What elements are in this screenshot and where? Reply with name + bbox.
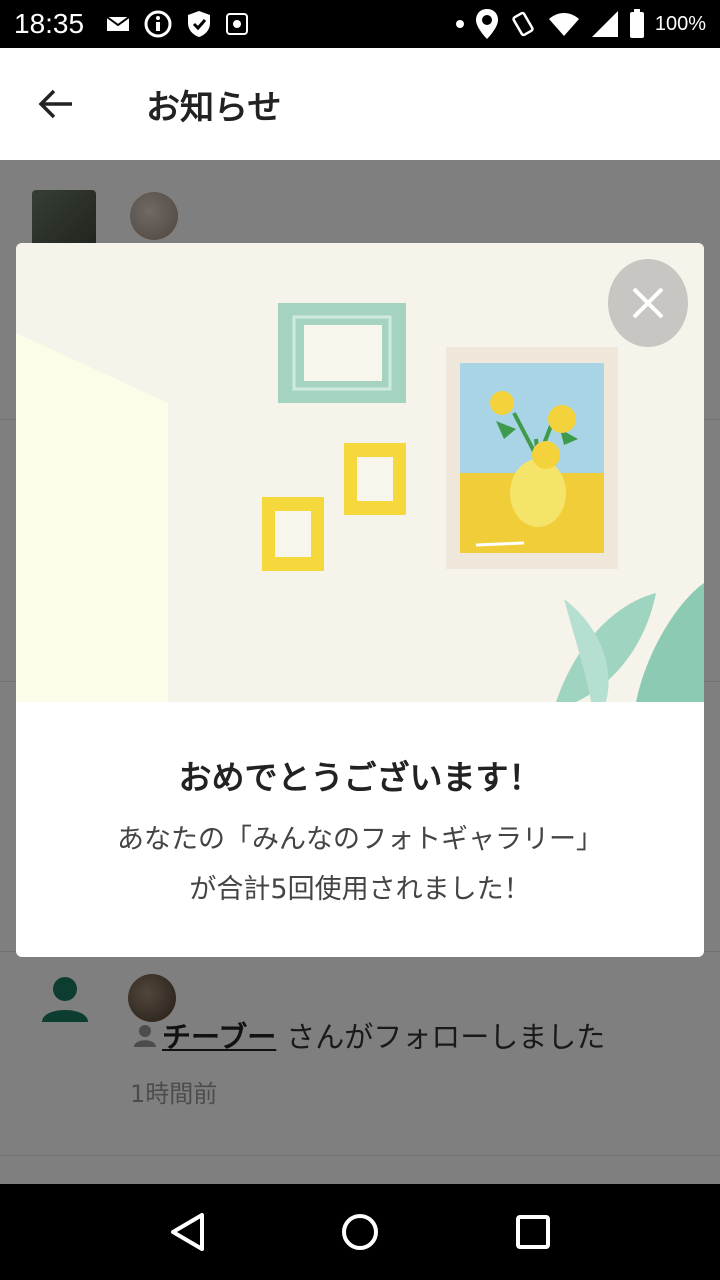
shield-icon xyxy=(186,10,212,38)
dialog-title: おめでとうございます！ xyxy=(178,758,542,797)
battery-icon xyxy=(629,9,645,38)
back-button[interactable] xyxy=(0,48,112,160)
home-circle-icon xyxy=(341,1214,378,1250)
dialog-message-line1: あなたの「みんなのフォトギャラリー」 xyxy=(117,824,603,855)
settings-icon xyxy=(226,10,249,38)
system-nav-bar xyxy=(0,1184,720,1280)
location-icon xyxy=(475,9,499,39)
app-bar: お知らせ xyxy=(0,48,720,160)
nav-home-button[interactable] xyxy=(330,1202,390,1262)
battery-percent: 100% xyxy=(654,12,706,35)
close-button[interactable] xyxy=(608,259,688,347)
close-icon xyxy=(632,287,664,319)
nav-back-button[interactable] xyxy=(157,1202,217,1262)
page-title: お知らせ xyxy=(146,87,282,128)
status-bar: 18:35 100% xyxy=(0,0,720,48)
congrats-dialog: おめでとうございます！ あなたの「みんなのフォトギャラリー」 が合計5回使用され… xyxy=(16,243,704,957)
arrow-back-icon xyxy=(38,89,72,119)
status-time: 18:35 xyxy=(14,8,85,39)
dot-icon xyxy=(455,10,465,38)
nav-recents-button[interactable] xyxy=(503,1202,563,1262)
mail-icon xyxy=(106,10,130,38)
signal-icon xyxy=(591,10,619,38)
info-icon xyxy=(144,10,172,38)
gallery-illustration xyxy=(16,243,704,702)
vibrate-icon xyxy=(509,10,537,38)
dialog-message-line2: が合計5回使用されました！ xyxy=(189,874,531,905)
wifi-icon xyxy=(547,10,581,38)
back-triangle-icon xyxy=(170,1213,204,1251)
recents-square-icon xyxy=(516,1215,551,1249)
